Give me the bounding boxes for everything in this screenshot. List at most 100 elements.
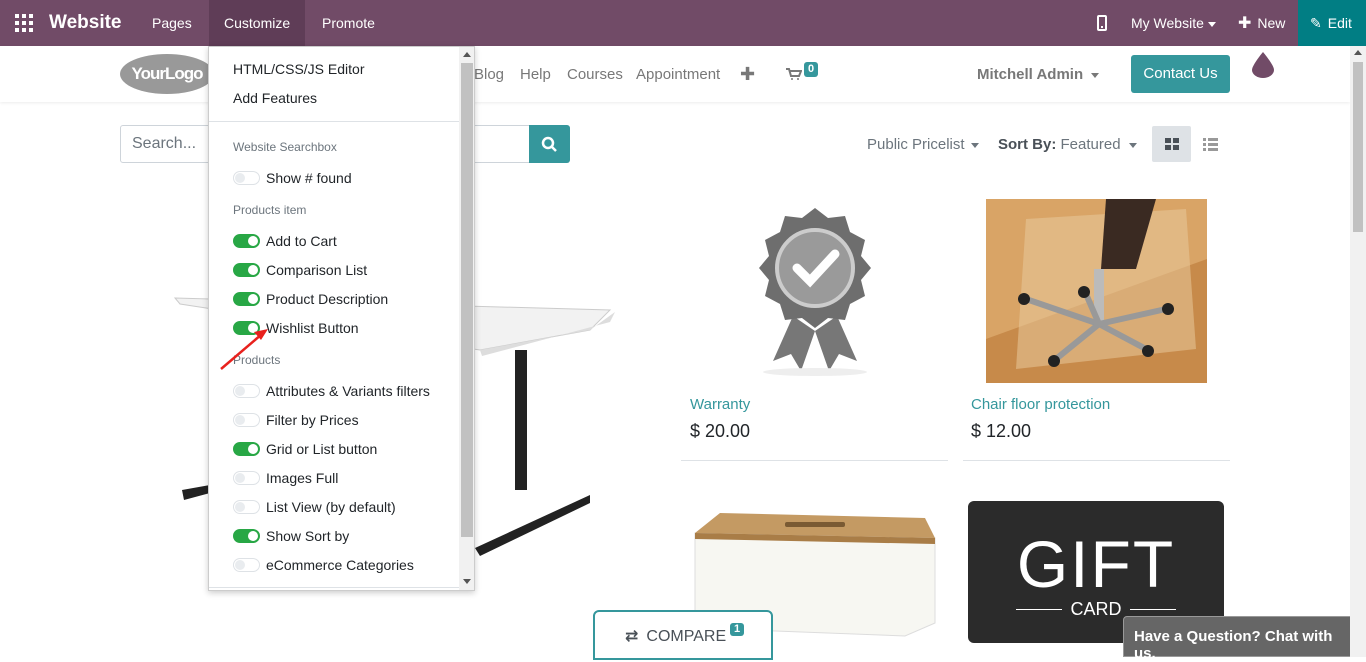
option-show-found[interactable]: Show # found xyxy=(233,170,352,186)
dropdown-scrollbar[interactable] xyxy=(459,47,474,590)
chevron-down-icon xyxy=(1207,21,1216,27)
sort-by-dropdown[interactable]: Sort By: Featured xyxy=(998,136,1137,153)
new-button[interactable]: ✚ New xyxy=(1238,0,1285,47)
toggle-switch[interactable] xyxy=(233,384,260,398)
option-attributes-variants-filters[interactable]: Attributes & Variants filters xyxy=(233,383,430,399)
toggle-switch[interactable] xyxy=(233,529,260,543)
option-ecommerce-categories[interactable]: eCommerce Categories xyxy=(233,557,414,573)
scroll-thumb[interactable] xyxy=(461,63,473,537)
live-chat-button[interactable]: Have a Question? Chat with us. xyxy=(1123,616,1354,662)
menu-promote[interactable]: Promote xyxy=(307,0,390,46)
new-label: New xyxy=(1257,15,1286,31)
toggle-switch[interactable] xyxy=(233,292,260,306)
option-label: Images Full xyxy=(266,470,339,486)
option-label: Show Sort by xyxy=(266,528,350,544)
sort-by-value: Featured xyxy=(1060,136,1121,153)
nav-blog[interactable]: Blog xyxy=(474,66,504,83)
product-name[interactable]: Warranty xyxy=(690,396,750,413)
cart-count-badge: 0 xyxy=(804,62,819,77)
toggle-switch[interactable] xyxy=(233,234,260,248)
pricelist-dropdown[interactable]: Public Pricelist xyxy=(867,136,979,153)
option-label: Attributes & Variants filters xyxy=(266,383,430,399)
menu-item-add-features[interactable]: Add Features xyxy=(233,90,317,106)
add-menu-plus-icon[interactable]: ✚ xyxy=(740,65,755,83)
scroll-down-icon[interactable] xyxy=(463,579,471,584)
edit-button[interactable]: ✎ Edit xyxy=(1298,0,1366,46)
compare-label: COMPARE xyxy=(646,628,727,645)
toggle-switch[interactable] xyxy=(233,442,260,456)
toggle-switch[interactable] xyxy=(233,471,260,485)
chevron-down-icon xyxy=(1091,72,1100,78)
theme-drop-icon[interactable] xyxy=(1252,52,1274,78)
option-label: Filter by Prices xyxy=(266,412,359,428)
plus-icon: ✚ xyxy=(1238,15,1252,32)
option-label: Wishlist Button xyxy=(266,320,359,336)
compare-button[interactable]: ⇄ COMPARE 1 xyxy=(593,610,773,660)
site-logo[interactable]: YourLogo xyxy=(120,54,214,94)
option-images-full[interactable]: Images Full xyxy=(233,470,338,486)
sort-by-prefix: Sort By: xyxy=(998,136,1057,153)
list-icon xyxy=(1203,138,1218,151)
annotation-arrow-icon xyxy=(220,329,268,370)
option-label: Product Description xyxy=(266,291,389,307)
search-button[interactable] xyxy=(529,125,570,163)
gift-card-title: GIFT xyxy=(1016,527,1176,601)
option-label: Add to Cart xyxy=(266,233,337,249)
scroll-up-icon[interactable] xyxy=(1354,50,1362,55)
list-view-button[interactable] xyxy=(1192,126,1228,162)
toggle-switch[interactable] xyxy=(233,263,260,277)
menu-item-html-css-js-editor[interactable]: HTML/CSS/JS Editor xyxy=(233,61,364,77)
shopping-cart-icon[interactable] xyxy=(786,68,802,80)
toggle-switch[interactable] xyxy=(233,171,260,185)
nav-appointment[interactable]: Appointment xyxy=(636,66,720,83)
section-header-products-item: Products item xyxy=(233,203,307,217)
search-icon xyxy=(541,136,557,152)
scroll-up-icon[interactable] xyxy=(463,52,471,57)
apps-grid-icon[interactable] xyxy=(15,14,33,32)
mobile-preview-icon[interactable] xyxy=(1097,15,1107,31)
app-brand[interactable]: Website xyxy=(49,12,122,34)
menu-customize[interactable]: Customize xyxy=(209,0,306,46)
option-list-view-default[interactable]: List View (by default) xyxy=(233,499,396,515)
option-label: Comparison List xyxy=(266,262,368,278)
toggle-switch[interactable] xyxy=(233,558,260,572)
scroll-thumb[interactable] xyxy=(1353,62,1363,232)
product-price: $ 20.00 xyxy=(690,421,751,441)
grid-icon xyxy=(1165,138,1179,150)
option-grid-or-list-button[interactable]: Grid or List button xyxy=(233,441,377,457)
menu-divider xyxy=(209,121,459,122)
option-label: List View (by default) xyxy=(266,499,396,515)
toggle-switch[interactable] xyxy=(233,500,260,514)
option-label: Show # found xyxy=(266,170,352,186)
exchange-icon: ⇄ xyxy=(625,628,639,645)
page-scrollbar[interactable] xyxy=(1350,46,1366,657)
compare-count-badge: 1 xyxy=(730,623,745,636)
user-menu[interactable]: Mitchell Admin xyxy=(977,66,1100,83)
contact-us-button[interactable]: Contact Us xyxy=(1131,55,1230,93)
nav-courses[interactable]: Courses xyxy=(567,66,623,83)
option-add-to-cart[interactable]: Add to Cart xyxy=(233,233,337,249)
product-divider xyxy=(963,460,1230,461)
pricelist-label: Public Pricelist xyxy=(867,136,965,153)
option-filter-by-prices[interactable]: Filter by Prices xyxy=(233,412,359,428)
option-label: eCommerce Categories xyxy=(266,557,414,573)
my-website-label: My Website xyxy=(1131,15,1204,31)
product-divider xyxy=(681,460,948,461)
grid-view-button[interactable] xyxy=(1152,126,1191,162)
warranty-product-image[interactable] xyxy=(753,206,877,376)
chair-mat-product-image[interactable] xyxy=(986,199,1207,383)
option-label: Grid or List button xyxy=(266,441,378,457)
option-comparison-list[interactable]: Comparison List xyxy=(233,262,367,278)
top-bar: Website Pages Customize Promote My Websi… xyxy=(0,0,1366,46)
option-product-description[interactable]: Product Description xyxy=(233,291,388,307)
section-header-website-searchbox: Website Searchbox xyxy=(233,140,337,154)
menu-pages[interactable]: Pages xyxy=(137,0,207,46)
product-name[interactable]: Chair floor protection xyxy=(971,396,1110,413)
option-show-sort-by[interactable]: Show Sort by xyxy=(233,528,349,544)
my-website-dropdown[interactable]: My Website xyxy=(1131,0,1216,46)
toggle-switch[interactable] xyxy=(233,413,260,427)
nav-help[interactable]: Help xyxy=(520,66,551,83)
product-price: $ 12.00 xyxy=(971,421,1032,441)
chevron-down-icon xyxy=(1128,142,1137,148)
user-name: Mitchell Admin xyxy=(977,66,1084,83)
